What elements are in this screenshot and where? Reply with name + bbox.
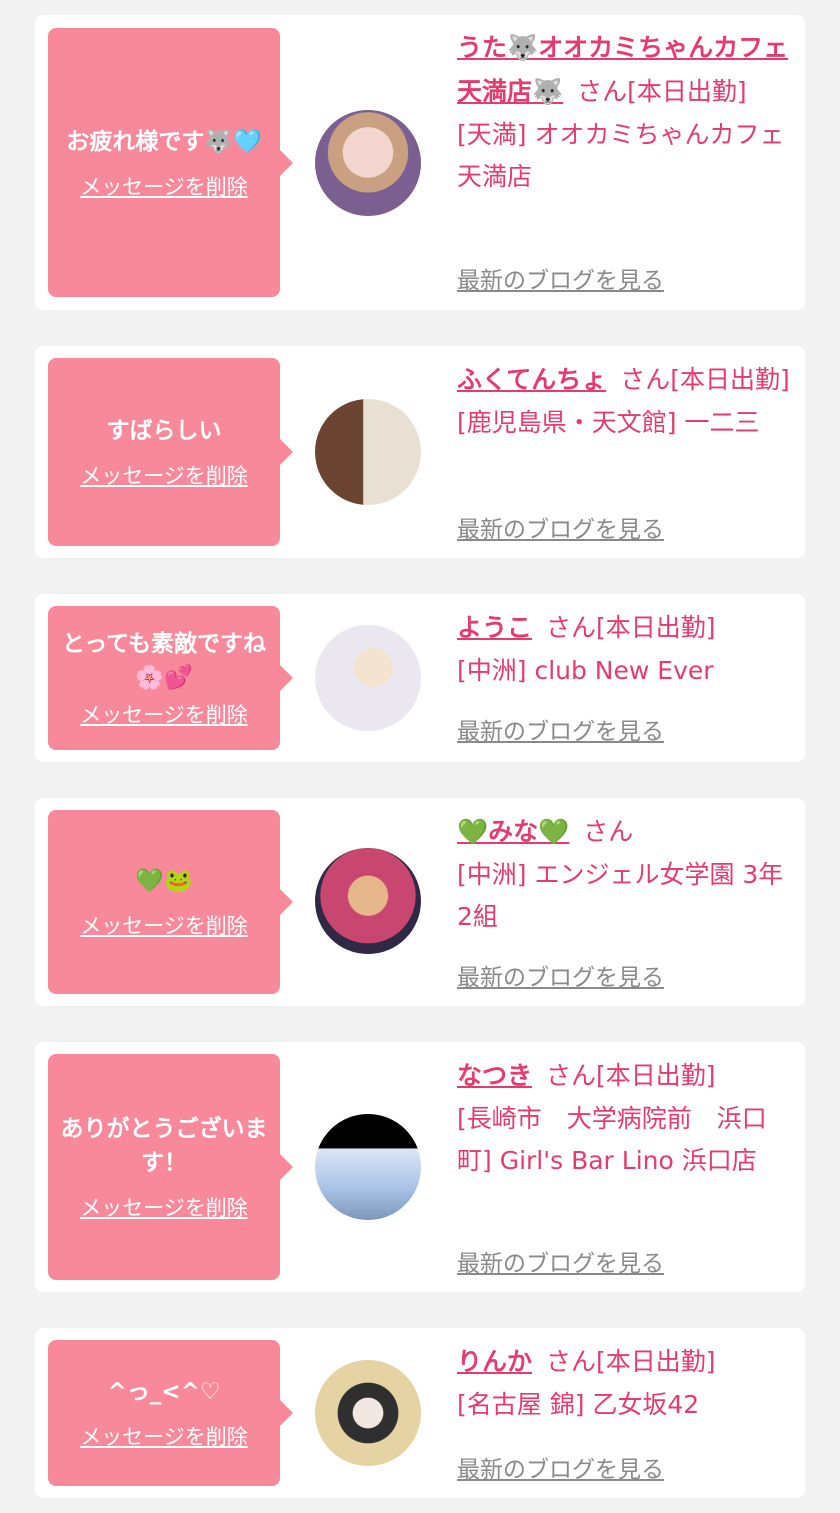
user-status: さん (583, 817, 634, 846)
user-name-link[interactable]: 💚みな💚 (457, 817, 569, 846)
message-card: ありがとうございます！ メッセージを削除 なつき さん[本日出勤] [長崎市 大学… (35, 1042, 805, 1292)
message-text: お疲れ様です🐺🩵 (66, 128, 262, 155)
user-name-link[interactable]: りんか (457, 1347, 532, 1376)
avatar[interactable] (315, 1114, 421, 1220)
message-text: ありがとうございます！ (60, 1116, 268, 1176)
delete-message-button[interactable]: メッセージを削除 (80, 1192, 248, 1222)
message-text: 💚🐸 (135, 868, 193, 894)
user-status: さん[本日出勤] (577, 77, 747, 106)
latest-blog-link[interactable]: 最新のブログを見る (457, 1244, 664, 1278)
message-bubble: ありがとうございます！ メッセージを削除 (48, 1054, 293, 1280)
shop-name: [中洲] club New Ever (457, 656, 714, 685)
avatar[interactable] (315, 625, 421, 731)
user-status: さん[本日出勤] (546, 613, 716, 642)
message-bubble: とっても素敵ですね🌸💕 メッセージを削除 (48, 606, 293, 750)
avatar[interactable] (315, 110, 421, 216)
avatar[interactable] (315, 848, 421, 954)
shop-name: [鹿児島県・天文館] 一二三 (457, 408, 760, 437)
latest-blog-link[interactable]: 最新のブログを見る (457, 958, 664, 992)
delete-message-button[interactable]: メッセージを削除 (80, 910, 248, 940)
shop-name: [長崎市 大学病院前 浜口町] Girl's Bar Lino 浜口店 (457, 1104, 767, 1175)
message-card: 💚🐸 メッセージを削除 💚みな💚 さん [中洲] エンジェル女学園 3年2組 最新… (35, 798, 805, 1006)
user-name-link[interactable]: ふくてんちょ (457, 365, 606, 394)
delete-message-button[interactable]: メッセージを削除 (80, 460, 248, 490)
message-text: ^っ_<^♡ (107, 1379, 221, 1405)
shop-name: [名古屋 錦] 乙女坂42 (457, 1390, 700, 1419)
user-name-link[interactable]: なつき (457, 1061, 532, 1090)
message-bubble: すばらしい メッセージを削除 (48, 358, 293, 546)
latest-blog-link[interactable]: 最新のブログを見る (457, 712, 664, 746)
shop-name: [天満] オオカミちゃんカフェ天満店 (457, 120, 785, 191)
message-text: とっても素敵ですね🌸💕 (61, 631, 266, 691)
message-text: すばらしい (106, 418, 222, 444)
message-list: お疲れ様です🐺🩵 メッセージを削除 うた🐺オオカミちゃんカフェ天満店🐺 さん[本日… (0, 0, 840, 1513)
message-card: すばらしい メッセージを削除 ふくてんちょ さん[本日出勤] [鹿児島県・天文館]… (35, 346, 805, 558)
message-bubble: 💚🐸 メッセージを削除 (48, 810, 293, 994)
message-bubble: お疲れ様です🐺🩵 メッセージを削除 (48, 28, 293, 297)
user-name-link[interactable]: ようこ (457, 613, 532, 642)
delete-message-button[interactable]: メッセージを削除 (80, 1421, 248, 1451)
avatar[interactable] (315, 1360, 421, 1466)
delete-message-button[interactable]: メッセージを削除 (80, 699, 248, 729)
user-status: さん[本日出勤] (546, 1061, 716, 1090)
latest-blog-link[interactable]: 最新のブログを見る (457, 1450, 664, 1484)
user-status: さん[本日出勤] (546, 1347, 716, 1376)
delete-message-button[interactable]: メッセージを削除 (80, 171, 248, 201)
user-status: さん[本日出勤] (620, 365, 790, 394)
latest-blog-link[interactable]: 最新のブログを見る (457, 261, 664, 295)
shop-name: [中洲] エンジェル女学園 3年2組 (457, 860, 784, 931)
message-bubble: ^っ_<^♡ メッセージを削除 (48, 1340, 293, 1486)
message-card: とっても素敵ですね🌸💕 メッセージを削除 ようこ さん[本日出勤] [中洲] cl… (35, 594, 805, 762)
avatar[interactable] (315, 399, 421, 505)
message-card: ^っ_<^♡ メッセージを削除 りんか さん[本日出勤] [名古屋 錦] 乙女坂4… (35, 1328, 805, 1498)
message-card: お疲れ様です🐺🩵 メッセージを削除 うた🐺オオカミちゃんカフェ天満店🐺 さん[本日… (35, 15, 805, 310)
latest-blog-link[interactable]: 最新のブログを見る (457, 510, 664, 544)
